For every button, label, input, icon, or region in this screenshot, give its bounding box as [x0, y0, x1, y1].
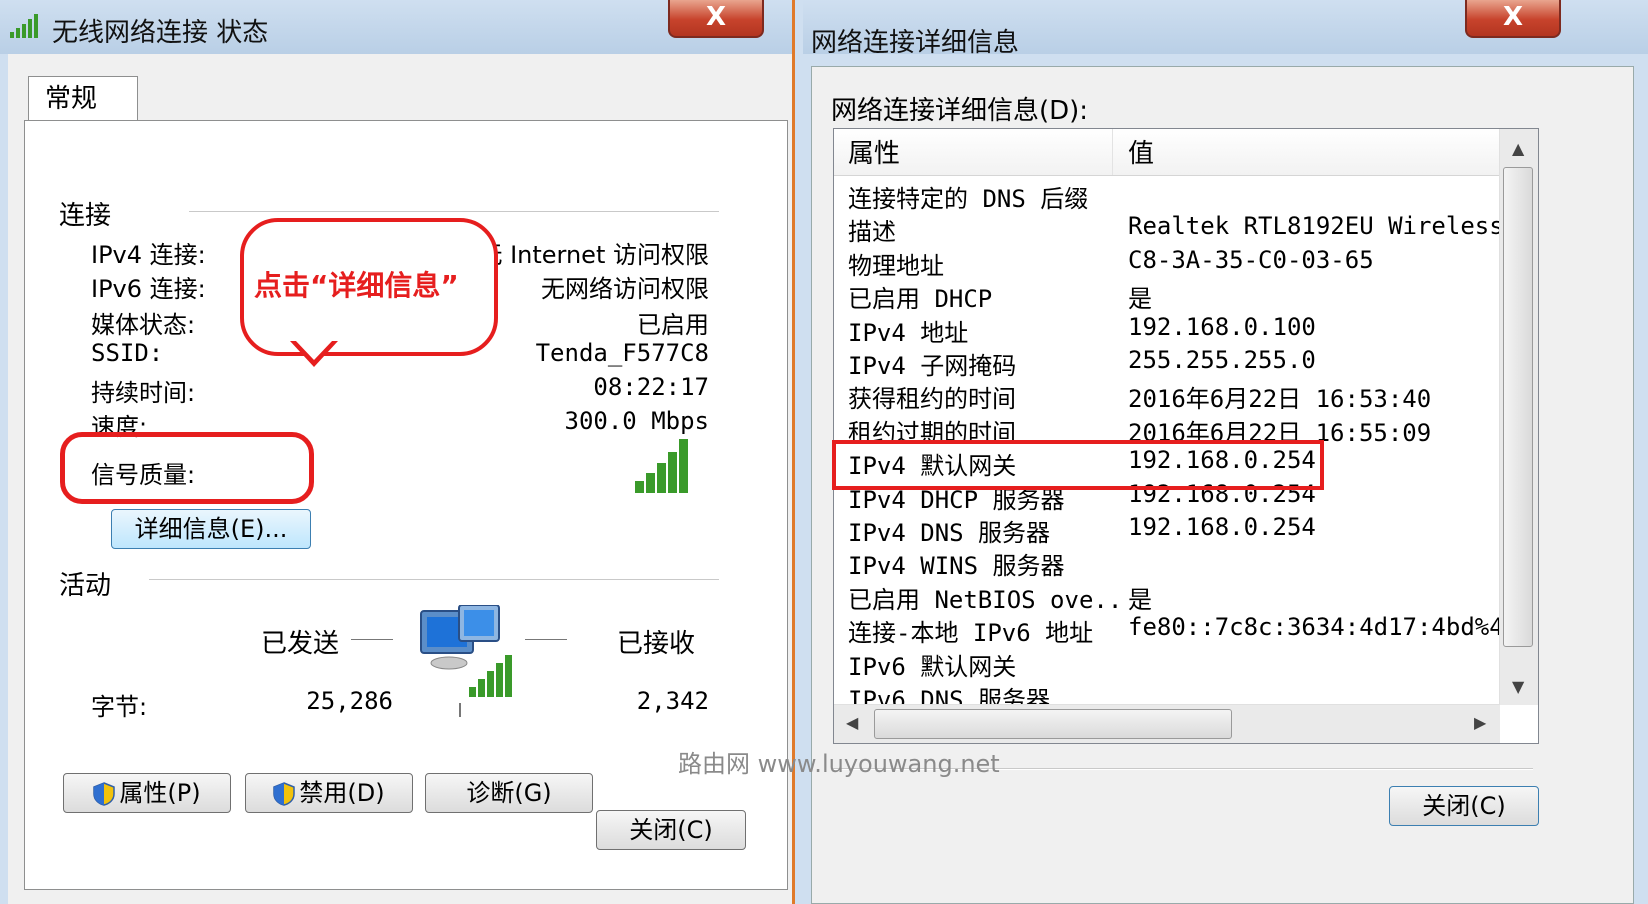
- table-row[interactable]: 已启用 DHCP 是: [848, 279, 1508, 314]
- callout-text: 点击“详细信息”: [254, 269, 459, 302]
- row-value: 255.255.255.0: [1128, 346, 1316, 374]
- row-value: fe80::7c8c:3634:4d17:4bd%40: [1128, 613, 1508, 642]
- callout-tail-inner: [295, 340, 333, 360]
- signal-quality-icon: [635, 439, 688, 493]
- column-header-value[interactable]: 值: [1128, 129, 1154, 175]
- row-value: C8-3A-35-C0-03-65: [1128, 245, 1374, 274]
- table-row[interactable]: IPv6 默认网关: [848, 647, 1508, 681]
- table-row[interactable]: 获得租约的时间 2016年6月22日 16:53:40: [848, 379, 1508, 414]
- ipv6-label: IPv6 连接:: [91, 275, 206, 303]
- media-state-value: 已启用: [637, 311, 709, 339]
- row-property: IPv6 默认网关: [848, 652, 1017, 681]
- details-list-caption: 网络连接详细信息(D):: [831, 96, 1089, 126]
- connection-divider: [189, 211, 719, 213]
- details-close-x-button[interactable]: X: [1465, 0, 1561, 38]
- row-property: 已启用 DHCP: [848, 285, 993, 314]
- duration-value: 08:22:17: [593, 373, 709, 401]
- table-row[interactable]: 已启用 NetBIOS ove... 是: [848, 580, 1508, 614]
- table-row[interactable]: IPv4 地址 192.168.0.100: [848, 312, 1508, 347]
- bytes-sent: 25,286: [306, 687, 393, 715]
- table-row[interactable]: IPv4 WINS 服务器: [848, 546, 1508, 581]
- network-computer-icon: [420, 605, 512, 697]
- table-row[interactable]: IPv4 子网掩码 255.255.255.0: [848, 346, 1508, 380]
- row-property: IPv4 WINS 服务器: [848, 552, 1065, 581]
- vertical-scroll-thumb[interactable]: [1503, 167, 1533, 647]
- received-label: 已接收: [617, 629, 696, 659]
- properties-button-label: 属性(P): [119, 779, 201, 807]
- diagnose-button[interactable]: 诊断(G): [425, 773, 593, 813]
- uac-shield-icon: [273, 782, 296, 806]
- row-property: 物理地址: [848, 251, 944, 280]
- disable-button[interactable]: 禁用(D): [245, 773, 413, 813]
- row-property: 获得租约的时间: [848, 385, 1016, 414]
- ssid-label: SSID:: [91, 339, 164, 367]
- row-value: Realtek RTL8192EU Wireless LAN: [1128, 212, 1508, 241]
- table-row[interactable]: IPv4 DNS 服务器 192.168.0.254: [848, 513, 1508, 547]
- media-state-label: 媒体状态:: [91, 311, 196, 339]
- sent-line: [351, 639, 393, 641]
- details-button[interactable]: 详细信息(E)...: [111, 509, 311, 549]
- activity-stem: [459, 703, 461, 717]
- bytes-received: 2,342: [636, 687, 709, 715]
- row-property: 已启用 NetBIOS ove...: [848, 585, 1118, 614]
- watermark: 路由网 www.luyouwang.net: [678, 750, 1000, 778]
- table-row[interactable]: 描述 Realtek RTL8192EU Wireless LAN: [848, 212, 1508, 247]
- bytes-label: 字节:: [91, 693, 148, 721]
- ipv4-value: 无 Internet 访问权限: [478, 241, 709, 269]
- row-value: 是: [1128, 585, 1152, 614]
- details-listview[interactable]: 属性 值 连接特定的 DNS 后缀 描述 Realtek RTL8192EU Wir…: [833, 128, 1539, 744]
- properties-button[interactable]: 属性(P): [63, 773, 231, 813]
- connection-section-title: 连接: [59, 201, 112, 231]
- disable-button-label: 禁用(D): [299, 779, 385, 807]
- activity-divider: [149, 579, 719, 581]
- column-header-property[interactable]: 属性: [848, 129, 1113, 175]
- row-value: 192.168.0.254: [1128, 513, 1316, 541]
- ipv6-value: 无网络访问权限: [541, 275, 709, 303]
- horizontal-scroll-thumb[interactable]: [874, 709, 1232, 739]
- speed-value: 300.0 Mbps: [564, 407, 710, 435]
- scroll-up-arrow-icon[interactable]: ▲: [1512, 139, 1524, 158]
- row-property: 描述: [848, 218, 896, 247]
- row-value: 192.168.0.100: [1128, 312, 1316, 341]
- status-window-title: 无线网络连接 状态: [52, 18, 269, 48]
- scroll-right-arrow-icon[interactable]: ▶: [1474, 713, 1486, 732]
- status-close-button[interactable]: X: [668, 0, 764, 38]
- details-button-highlight: [60, 432, 314, 504]
- activity-section-title: 活动: [59, 571, 112, 601]
- list-header: 属性 值: [834, 129, 1500, 176]
- details-titlebar[interactable]: 网络连接详细信息 X: [803, 0, 1648, 58]
- signal-icon: [10, 14, 38, 38]
- scroll-left-arrow-icon[interactable]: ◀: [846, 713, 858, 732]
- sent-label: 已发送: [261, 629, 340, 659]
- default-gateway-highlight: [832, 440, 1324, 490]
- row-property: 连接特定的 DNS 后缀: [848, 185, 1089, 213]
- status-titlebar[interactable]: 无线网络连接 状态 X: [0, 0, 815, 54]
- row-property: IPv4 DNS 服务器: [848, 519, 1051, 547]
- table-row[interactable]: 物理地址 C8-3A-35-C0-03-65: [848, 245, 1508, 280]
- details-close-button[interactable]: 关闭(C): [1389, 786, 1539, 826]
- table-row[interactable]: 连接特定的 DNS 后缀: [848, 179, 1508, 213]
- vertical-scrollbar[interactable]: ▲ ▼: [1499, 129, 1538, 705]
- uac-shield-icon: [93, 782, 116, 806]
- received-line: [525, 639, 567, 641]
- details-window-title: 网络连接详细信息: [811, 28, 1020, 58]
- row-property: IPv4 地址: [848, 318, 969, 347]
- tab-general[interactable]: 常规: [28, 76, 138, 123]
- ipv4-label: IPv4 连接:: [91, 241, 206, 269]
- duration-label: 持续时间:: [91, 379, 196, 407]
- row-property: IPv4 子网掩码: [848, 352, 1017, 380]
- ssid-value: Tenda_F577C8: [535, 339, 709, 367]
- table-row[interactable]: 连接-本地 IPv6 地址 fe80::7c8c:3634:4d17:4bd%40: [848, 613, 1508, 648]
- scroll-down-arrow-icon[interactable]: ▼: [1512, 677, 1524, 696]
- row-value: 是: [1128, 285, 1152, 314]
- row-value: 2016年6月22日 16:53:40: [1128, 385, 1432, 414]
- row-property: 连接-本地 IPv6 地址: [848, 619, 1094, 648]
- horizontal-scrollbar[interactable]: ◀ ▶: [834, 704, 1500, 743]
- status-close-dialog-button[interactable]: 关闭(C): [596, 810, 746, 850]
